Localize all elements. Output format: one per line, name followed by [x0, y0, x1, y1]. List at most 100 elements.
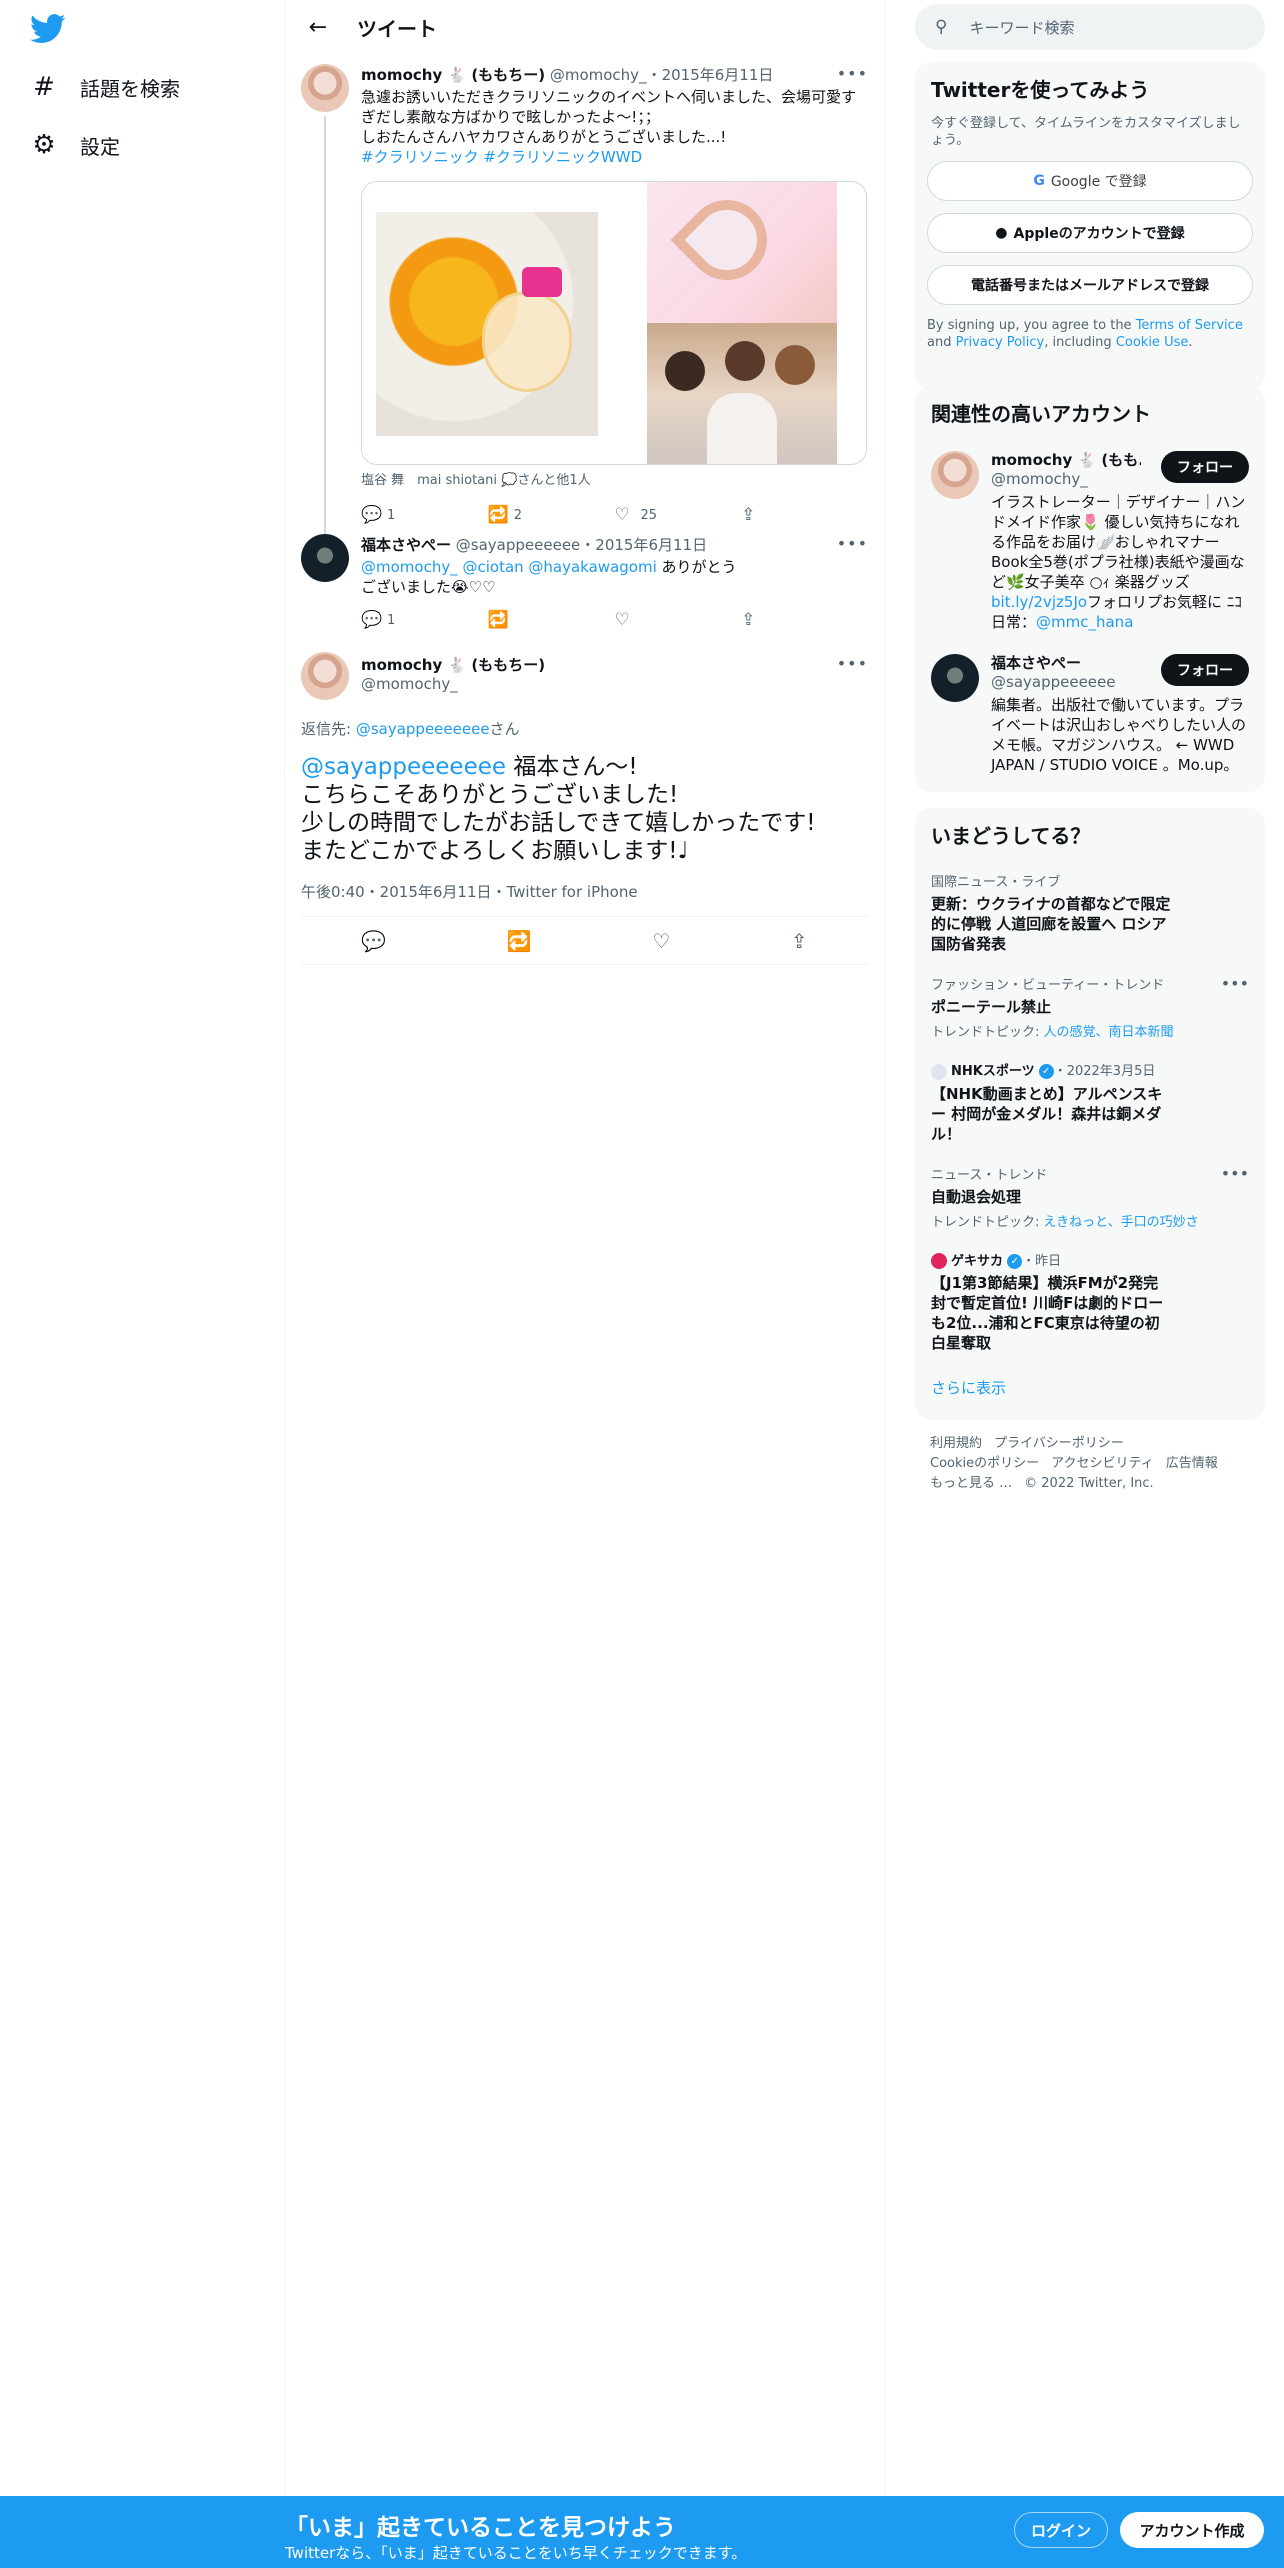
- back-arrow-icon[interactable]: ←: [301, 10, 335, 44]
- gekisaka-icon: [931, 1253, 947, 1269]
- mentions[interactable]: @momochy_ @ciotan @hayakawagomi: [361, 558, 657, 576]
- terms-part-d: .: [1188, 335, 1193, 350]
- trend-item[interactable]: NHKスポーツ ✓ ・2022年3月5日 【NHK動画まとめ】アルペンスキー 村岡…: [915, 1050, 1265, 1154]
- tweet-1[interactable]: ••• momochy 🐇 (ももちー) @momochy_ ・2015年6月1…: [285, 54, 884, 525]
- share-icon: ⇪: [741, 505, 756, 525]
- search-input[interactable]: ⚲ キーワード検索: [915, 4, 1265, 50]
- tweet-text: ありがとう: [656, 558, 737, 576]
- tweet-actions: 💬 1 🔁 ♡ ⇪: [361, 605, 868, 635]
- account-bio: イラストレーター｜デザイナー｜ハンドメイド作家🌷 優しい気持ちになれる作品をお届…: [991, 492, 1249, 632]
- bio-mention[interactable]: @mmc_hana: [1036, 613, 1133, 631]
- login-button[interactable]: ログイン: [1014, 2512, 1108, 2548]
- avatar[interactable]: [301, 534, 349, 582]
- reply-icon[interactable]: 💬: [361, 929, 386, 953]
- footer-link-accessibility[interactable]: アクセシビリティ: [1051, 1456, 1154, 1471]
- more-icon[interactable]: •••: [837, 64, 868, 83]
- follow-button[interactable]: フォロー: [1161, 654, 1249, 686]
- tweet-media[interactable]: [361, 181, 867, 465]
- avatar[interactable]: [301, 64, 349, 112]
- terms-link[interactable]: Terms of Service: [1136, 318, 1243, 333]
- author-name[interactable]: 福本さやぺー: [361, 534, 451, 555]
- author-name[interactable]: momochy 🐇 (ももちー): [361, 654, 545, 675]
- footer-link-privacy[interactable]: プライバシーポリシー: [994, 1436, 1124, 1451]
- privacy-link[interactable]: Privacy Policy: [956, 335, 1045, 350]
- reply-button[interactable]: 💬 1: [361, 505, 488, 525]
- account-item[interactable]: フォロー 福本さやぺー @sayappeeeeee 編集者。出版社で働いています…: [915, 642, 1265, 785]
- trend-title: ポニーテール禁止: [931, 998, 1052, 1016]
- reply-to-handle[interactable]: @sayappeeeeeee: [356, 720, 490, 738]
- heart-icon[interactable]: ♡: [652, 929, 670, 953]
- footer-link-terms[interactable]: 利用規約: [930, 1436, 982, 1451]
- footer: 利用規約 プライバシーポリシー Cookieのポリシー アクセシビリティ 広告情報 も…: [930, 1434, 1260, 1494]
- trend-item[interactable]: ••• ファッション・ビューティー・トレンド ポニーテール禁止 トレンドトピック…: [915, 964, 1265, 1050]
- author-handle[interactable]: @momochy_: [550, 66, 647, 84]
- show-more-link[interactable]: さらに表示: [915, 1363, 1265, 1414]
- tweet-date[interactable]: ・2015年6月11日: [647, 64, 774, 85]
- nav-settings[interactable]: ⚙ 設定: [30, 123, 120, 167]
- trends-title: いまどうしてる？: [931, 824, 1091, 848]
- retweet-button[interactable]: 🔁 2: [488, 505, 615, 525]
- main-column: ← ツイート ••• momochy 🐇 (ももちー) @momochy_ ・2…: [285, 0, 885, 2500]
- nav-explore[interactable]: # 話題を検索: [30, 65, 180, 109]
- tweet-meta[interactable]: 午後0:40・2015年6月11日・Twitter for iPhone: [301, 881, 868, 917]
- trend-topic-link[interactable]: えきねっと、手口の巧妙さ: [1044, 1215, 1199, 1230]
- hashtags[interactable]: #クラリソニック #クラリソニックWWD: [361, 147, 867, 167]
- google-signup-button[interactable]: G Google で登録: [927, 161, 1253, 201]
- create-account-button[interactable]: アカウント作成: [1120, 2512, 1264, 2548]
- text-line-4: またどこかでよろしくお願いします!♩: [301, 838, 689, 864]
- cookie-link[interactable]: Cookie Use: [1116, 335, 1189, 350]
- footer-link-ads[interactable]: 広告情報: [1166, 1456, 1218, 1471]
- photo-group[interactable]: [647, 323, 837, 464]
- account-item[interactable]: フォロー momochy 🐇 (もも... @momochy_ イラストレーター…: [915, 439, 1265, 642]
- trend-item[interactable]: ゲキサカ ✓ ・昨日 【J1第3節結果】横浜FMが2発完封で暫定首位! 川崎Fは劇…: [915, 1240, 1265, 1364]
- bio-link[interactable]: bit.ly/2vjz5Jo: [991, 593, 1087, 611]
- reply-icon: 💬: [361, 610, 383, 630]
- trend-topic: トレンドトピック: 人の感覚、南日本新聞: [931, 1021, 1249, 1040]
- more-icon[interactable]: •••: [837, 654, 868, 673]
- trend-item[interactable]: ••• ニュース・トレンド 自動退会処理 トレンドトピック: えきねっと、手口の…: [915, 1154, 1265, 1240]
- trend-item[interactable]: 国際ニュース・ライブ 更新：ウクライナの首都などで限定的に停戦 人道回廊を設置へ…: [915, 861, 1265, 964]
- verified-icon: ✓: [1038, 1064, 1054, 1079]
- footer-link-cookie[interactable]: Cookieのポリシー: [930, 1456, 1039, 1471]
- share-button[interactable]: ⇪: [741, 505, 868, 525]
- photo-heart[interactable]: [647, 182, 837, 323]
- retweet-icon: 🔁: [487, 505, 509, 525]
- reply-button[interactable]: 💬 1: [361, 610, 488, 630]
- twitter-logo-icon[interactable]: [30, 14, 66, 44]
- phone-signup-button[interactable]: 電話番号またはメールアドレスで登録: [927, 265, 1253, 305]
- account-name[interactable]: momochy 🐇 (もも...: [991, 449, 1141, 470]
- apple-signup-button[interactable]: ● Appleのアカウントで登録: [927, 213, 1253, 253]
- trend-topic-link[interactable]: 人の感覚、南日本新聞: [1044, 1025, 1174, 1040]
- photo-flowers[interactable]: [362, 182, 647, 464]
- like-button[interactable]: ♡: [615, 610, 742, 630]
- author-name[interactable]: momochy 🐇 (ももちー): [361, 64, 545, 85]
- nav-explore-label: 話題を検索: [80, 76, 180, 101]
- author-handle[interactable]: @momochy_: [361, 675, 545, 693]
- mention[interactable]: @sayappeeeeeee: [301, 754, 506, 780]
- trend-title: 【J1第3節結果】横浜FMが2発完封で暫定首位! 川崎Fは劇的ドローも2位...…: [931, 1274, 1164, 1352]
- like-button[interactable]: ♡ 25: [615, 505, 742, 525]
- author-handle[interactable]: @sayappeeeeee: [456, 536, 581, 554]
- share-icon[interactable]: ⇪: [791, 929, 808, 953]
- more-icon[interactable]: •••: [1221, 1164, 1249, 1183]
- trend-topic-prefix: トレンドトピック:: [931, 1214, 1044, 1230]
- tweet-date[interactable]: ・2015年6月11日: [580, 534, 707, 555]
- avatar[interactable]: [301, 652, 349, 700]
- verified-icon: ✓: [1007, 1253, 1023, 1269]
- tagged-users[interactable]: 塩谷 舞 mai shiotani 💭さんと他1人: [361, 469, 868, 488]
- signup-subtitle: 今すぐ登録して、タイムラインをカスタマイズしましょう。: [931, 116, 1241, 148]
- more-icon[interactable]: •••: [1221, 974, 1249, 993]
- google-signup-label: Google で登録: [1050, 174, 1147, 190]
- retweet-button[interactable]: 🔁: [488, 610, 615, 630]
- avatar[interactable]: [931, 654, 979, 702]
- account-name[interactable]: 福本さやぺー: [991, 652, 1141, 673]
- follow-button[interactable]: フォロー: [1161, 451, 1249, 483]
- avatar[interactable]: [931, 451, 979, 499]
- footer-more-link[interactable]: もっと見る …: [930, 1476, 1012, 1491]
- terms-part-b: and: [927, 335, 956, 350]
- tweet-2[interactable]: ••• 福本さやぺー @sayappeeeeee ・2015年6月11日 @mo…: [285, 524, 884, 642]
- retweet-icon[interactable]: 🔁: [507, 929, 532, 953]
- share-button[interactable]: ⇪: [741, 610, 868, 630]
- text-line-2: こちらこそありがとうございました!: [301, 782, 679, 808]
- trend-topic: トレンドトピック: えきねっと、手口の巧妙さ: [931, 1211, 1249, 1230]
